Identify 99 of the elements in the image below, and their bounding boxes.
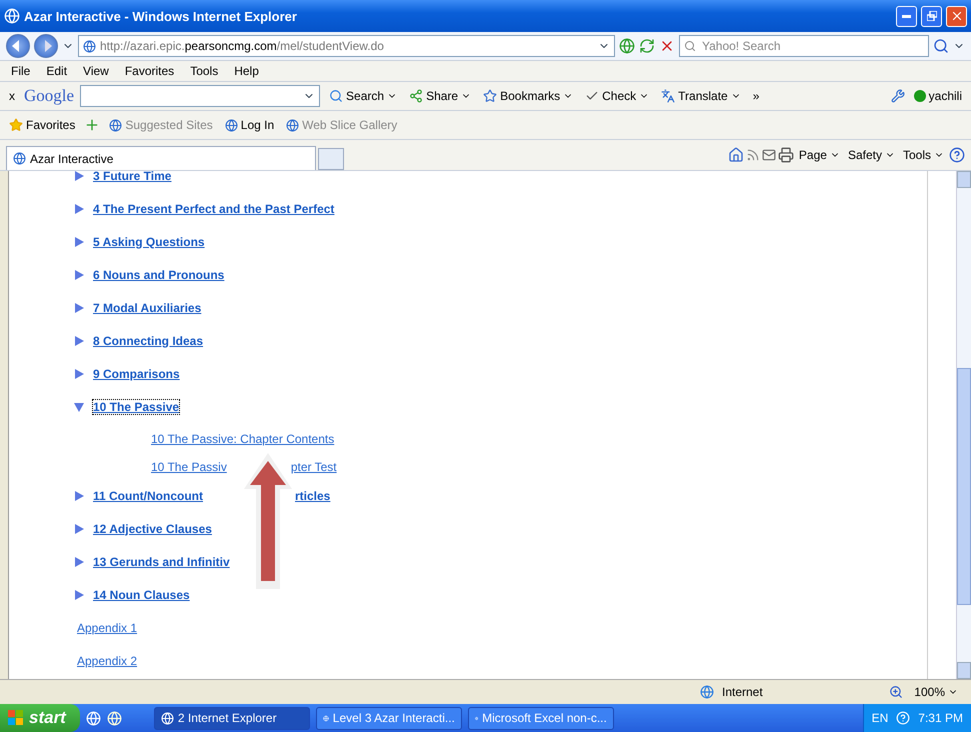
address-field[interactable]: http://azari.epic.pearsoncmg.com/mel/studentView.do <box>78 35 615 57</box>
status-dot-icon <box>914 90 926 102</box>
chapter-link[interactable]: 3 Future Time <box>93 171 172 182</box>
zoom-icon <box>889 685 904 699</box>
toolbar-button[interactable]: Translate <box>658 89 744 103</box>
section-link[interactable]: pter Test <box>290 460 337 474</box>
expand-triangle-icon[interactable] <box>73 302 85 314</box>
browser-icon <box>86 710 101 726</box>
browser-icon <box>4 8 20 24</box>
appendix-link[interactable]: Appendix 2 <box>77 654 138 668</box>
command-button[interactable]: Safety <box>844 148 898 162</box>
chapter-link[interactable]: 10 The Passive <box>93 400 180 414</box>
expand-triangle-icon[interactable] <box>73 368 85 380</box>
expand-triangle-icon[interactable] <box>73 556 85 568</box>
taskbar-button[interactable]: 2 Internet Explorer <box>154 706 310 730</box>
google-search-field[interactable] <box>80 85 320 107</box>
expand-triangle-icon[interactable] <box>73 334 85 346</box>
scrollbar[interactable] <box>956 171 971 679</box>
printer-icon <box>778 147 794 163</box>
favorites-button[interactable]: Favorites <box>6 118 78 132</box>
window-title: Azar Interactive - Windows Internet Explorer <box>24 8 298 24</box>
page-icon <box>286 118 300 132</box>
search-icon <box>684 40 696 52</box>
chapter-link[interactable]: 8 Connecting Ideas <box>93 334 204 348</box>
chapter-link[interactable]: 7 Modal Auxiliaries <box>93 300 202 314</box>
app-icon <box>160 712 174 724</box>
home-icon <box>728 147 744 163</box>
menu-item[interactable]: View <box>78 64 114 78</box>
toolbar-button[interactable]: Search <box>326 89 400 103</box>
chapter-link[interactable]: 5 Asking Questions <box>93 234 205 248</box>
star-icon <box>9 118 23 132</box>
minimize-icon <box>902 14 911 18</box>
menu-item[interactable]: Help <box>229 64 264 78</box>
chapter-link[interactable]: 6 Nouns and Pronouns <box>93 268 224 282</box>
minimize-button[interactable] <box>896 6 917 26</box>
taskbar-button[interactable]: Level 3 Azar Interacti... <box>316 706 462 730</box>
browser-tab[interactable]: Azar Interactive <box>6 146 316 170</box>
help-icon <box>949 147 965 163</box>
compatibility-icon <box>619 38 635 54</box>
expand-triangle-icon[interactable] <box>73 588 85 600</box>
favorites-link[interactable]: Log In <box>222 118 278 132</box>
expand-triangle-icon[interactable] <box>73 202 85 214</box>
security-zone: Internet <box>722 685 763 699</box>
chapter-link[interactable]: 11 Count/Noncount <box>93 488 203 502</box>
back-button[interactable] <box>6 34 30 58</box>
toolbar-button[interactable]: Share <box>406 89 474 103</box>
menu-item[interactable]: File <box>6 64 36 78</box>
language-indicator: EN <box>872 711 888 725</box>
help-icon <box>896 711 910 725</box>
collapse-triangle-icon[interactable] <box>73 400 85 412</box>
refresh-icon <box>639 38 655 54</box>
mail-icon <box>762 148 776 162</box>
expand-triangle-icon[interactable] <box>73 268 85 280</box>
close-button[interactable] <box>946 6 967 26</box>
star-icon <box>483 89 498 103</box>
chapter-link[interactable]: 13 Gerunds and Infinitiv <box>93 554 230 568</box>
translate-icon <box>661 89 676 103</box>
globe-icon <box>700 685 714 699</box>
chapter-link[interactable]: 12 Adjective Clauses <box>93 522 212 536</box>
search-icon <box>933 38 949 54</box>
toolbar-button[interactable]: Check <box>582 89 652 103</box>
page-icon <box>83 40 96 52</box>
feed-icon <box>746 148 760 162</box>
menu-item[interactable]: Tools <box>185 64 224 78</box>
expand-triangle-icon[interactable] <box>73 490 85 502</box>
search-icon <box>329 89 344 103</box>
wrench-icon <box>890 89 905 103</box>
toolbar-button[interactable]: Bookmarks <box>480 89 576 103</box>
share-icon <box>409 89 424 103</box>
zoom-button[interactable]: 100% <box>911 685 961 699</box>
page-icon <box>109 118 122 132</box>
page-icon <box>13 152 26 165</box>
expand-triangle-icon[interactable] <box>73 171 85 182</box>
appendix-link[interactable]: Appendix 1 <box>77 620 138 634</box>
command-button[interactable]: Page <box>796 148 843 162</box>
menu-item[interactable]: Edit <box>41 64 72 78</box>
chapter-link[interactable]: 9 Comparisons <box>93 366 180 380</box>
restore-icon <box>926 11 936 21</box>
chapter-link[interactable]: rticles <box>295 488 330 502</box>
expand-triangle-icon[interactable] <box>73 236 85 248</box>
restore-button[interactable] <box>921 6 942 26</box>
menu-item[interactable]: Favorites <box>120 64 180 78</box>
clock: 7:31 PM <box>918 711 963 725</box>
section-link[interactable]: 10 The Passive: Chapter Contents <box>151 432 334 446</box>
taskbar-button[interactable]: Microsoft Excel non-c... <box>468 706 614 730</box>
search-box[interactable]: Yahoo! Search <box>679 35 929 57</box>
section-link[interactable]: 10 The Passiv <box>151 460 227 474</box>
expand-triangle-icon[interactable] <box>73 522 85 534</box>
browser-icon <box>106 710 122 726</box>
command-button[interactable]: Tools <box>900 148 947 162</box>
user-button[interactable]: yachili <box>910 89 965 103</box>
close-toolbar-button[interactable]: x <box>6 89 18 103</box>
chapter-link[interactable]: 4 The Present Perfect and the Past Perfect <box>93 202 334 216</box>
windows-logo-icon <box>8 710 24 726</box>
more-button[interactable]: » <box>750 89 762 103</box>
page-icon <box>224 118 238 132</box>
chapter-link[interactable]: 14 Noun Clauses <box>93 588 190 602</box>
logo: Google <box>24 86 74 106</box>
forward-button[interactable] <box>34 34 58 58</box>
